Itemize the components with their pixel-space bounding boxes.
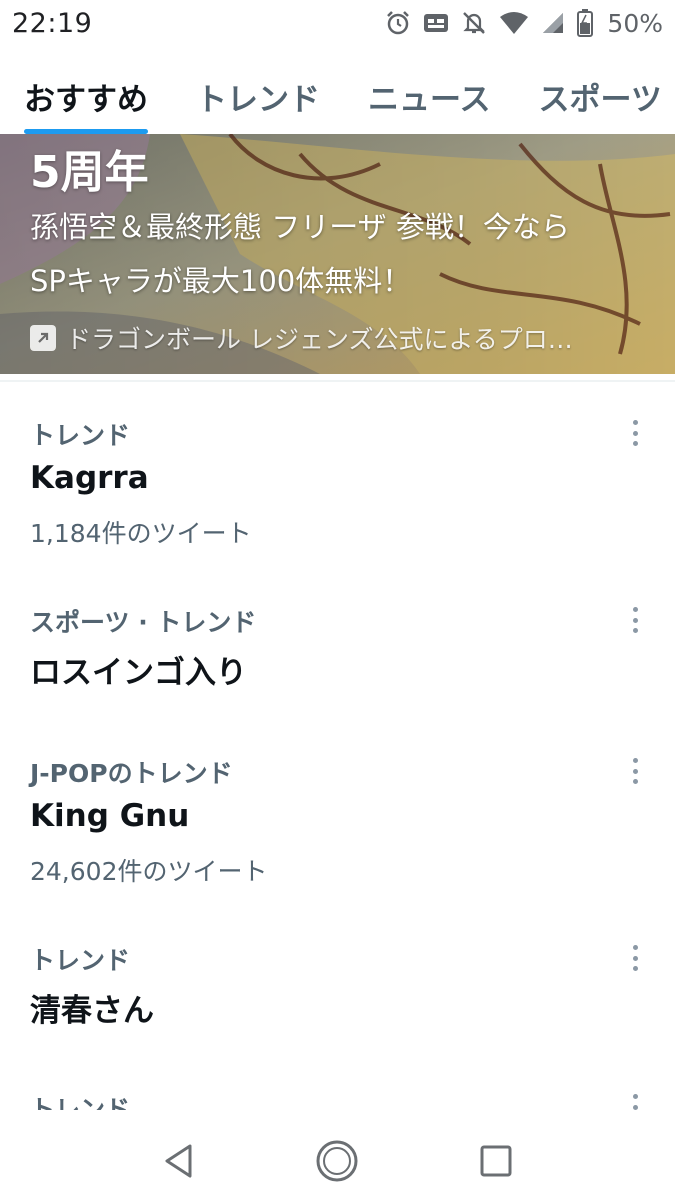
trend-item[interactable]: スポーツ · トレンド ロスインゴ入り xyxy=(0,603,675,713)
tab-label: トレンド xyxy=(196,82,320,118)
recents-square-icon[interactable] xyxy=(466,1131,526,1191)
mute-icon xyxy=(463,12,486,34)
system-navigation-bar xyxy=(0,1122,675,1200)
home-circle-icon[interactable] xyxy=(307,1131,367,1191)
notification-badge-icon xyxy=(424,14,449,32)
promo-headline: 5周年 xyxy=(30,147,149,198)
promo-text-line-1: 孫悟空＆最終形態 フリーザ 参戦！今なら xyxy=(30,210,570,244)
more-options-icon[interactable] xyxy=(625,943,645,973)
alarm-icon xyxy=(387,11,410,35)
trend-item[interactable]: トレンド Kagrra 1,184件のツイート xyxy=(0,416,675,566)
wifi-icon xyxy=(500,12,529,34)
trend-context: トレンド xyxy=(30,946,131,975)
trend-title: 清春さん xyxy=(30,993,154,1029)
trend-title: Kagrra xyxy=(30,460,149,496)
tab-news[interactable]: ニュース xyxy=(368,60,490,134)
section-divider xyxy=(0,380,675,382)
trend-context: J-POPのトレンド xyxy=(30,759,233,788)
promoted-banner[interactable]: 5周年 孫悟空＆最終形態 フリーザ 参戦！今なら SPキャラが最大100体無料！… xyxy=(0,134,675,374)
signal-icon xyxy=(543,13,564,33)
tab-label: ニュース xyxy=(368,82,491,118)
battery-percentage: 50% xyxy=(607,8,663,38)
battery-icon xyxy=(577,9,594,37)
status-bar: 22:19 50% xyxy=(0,0,675,46)
promo-source[interactable]: ドラゴンボール レジェンズ公式によるプロ… xyxy=(30,320,650,356)
trend-tweet-count: 1,184件のツイート xyxy=(30,519,252,548)
trend-context: トレンド xyxy=(30,421,131,450)
more-options-icon[interactable] xyxy=(625,605,645,635)
promo-text-line-2: SPキャラが最大100体無料！ xyxy=(30,264,412,298)
tab-recommended[interactable]: おすすめ xyxy=(24,60,148,134)
promo-source-text: ドラゴンボール レジェンズ公式によるプロ… xyxy=(66,325,573,354)
trend-tweet-count: 24,602件のツイート xyxy=(30,857,268,886)
promoted-arrow-icon xyxy=(30,325,56,351)
trend-item[interactable]: J-POPのトレンド King Gnu 24,602件のツイート xyxy=(0,754,675,904)
tab-label: おすすめ xyxy=(24,82,148,118)
trend-title: King Gnu xyxy=(30,798,190,834)
more-options-icon[interactable] xyxy=(625,418,645,448)
status-icons: 50% xyxy=(385,9,663,38)
trend-context: スポーツ · トレンド xyxy=(30,608,257,637)
trend-title: ロスインゴ入り xyxy=(30,655,247,691)
more-options-icon[interactable] xyxy=(625,756,645,786)
tab-trending[interactable]: トレンド xyxy=(196,60,320,134)
status-time: 22:19 xyxy=(12,7,93,39)
tab-sports[interactable]: スポーツ xyxy=(538,60,661,134)
explore-tabs: おすすめ トレンド ニュース スポーツ xyxy=(0,60,675,134)
trend-item[interactable]: トレンド 清春さん xyxy=(0,941,675,1051)
tab-label: スポーツ xyxy=(538,82,662,118)
back-triangle-icon[interactable] xyxy=(149,1131,209,1191)
